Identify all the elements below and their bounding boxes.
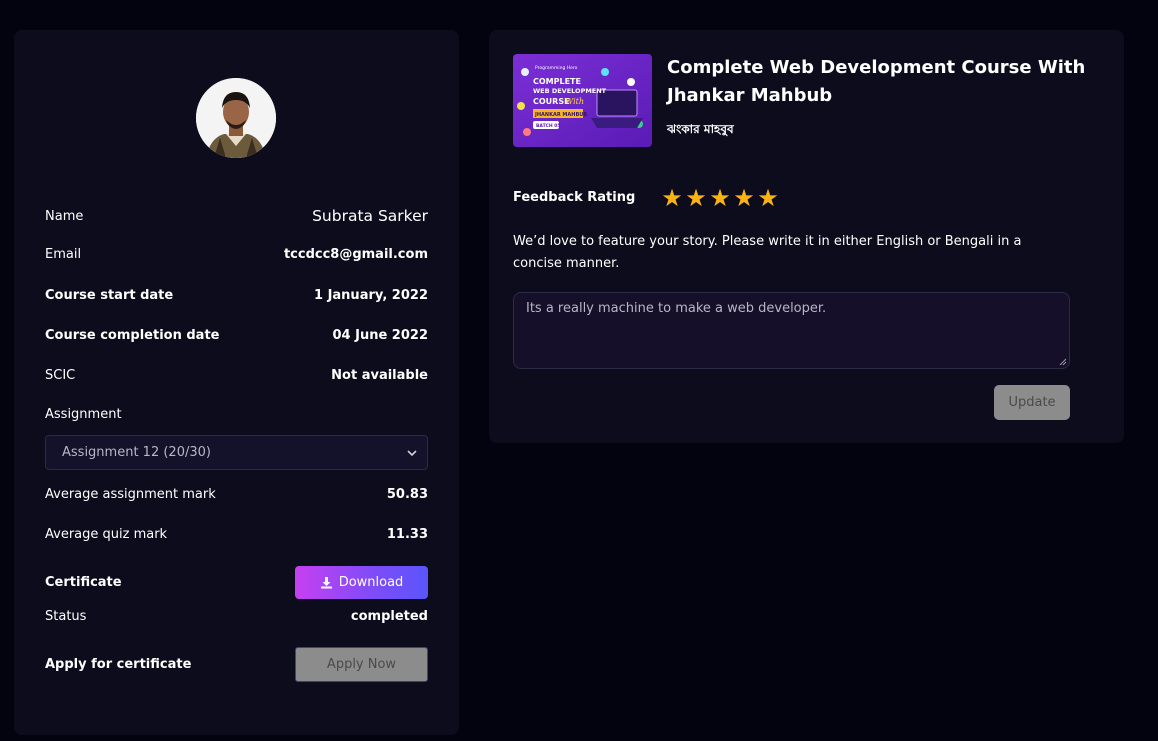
email-label: Email	[45, 247, 82, 262]
star-icon[interactable]: ★	[684, 185, 708, 211]
course-title: Complete Web Development Course With Jha…	[667, 57, 1086, 106]
star-rating[interactable]: ★ ★ ★ ★ ★	[660, 185, 780, 211]
story-prompt: We’d love to feature your story. Please …	[513, 234, 1022, 271]
thumb-with: With	[565, 97, 584, 106]
avg-quiz-row: Average quiz mark 11.33	[45, 527, 428, 542]
scic-label: SCIC	[45, 368, 76, 383]
avg-assignment-label: Average assignment mark	[45, 487, 216, 502]
avatar-photo	[196, 78, 276, 158]
status-row: Status completed	[45, 609, 428, 624]
thumb-brand: Programming Hero	[535, 65, 578, 71]
download-button[interactable]: Download	[295, 566, 428, 599]
start-date-value: 1 January, 2022	[314, 288, 428, 303]
name-row: Name Subrata Sarker	[45, 207, 428, 225]
avg-assignment-row: Average assignment mark 50.83	[45, 487, 428, 502]
scic-row: SCIC Not available	[45, 368, 428, 383]
assignment-select-value: Assignment 12 (20/30)	[62, 445, 211, 460]
star-icon[interactable]: ★	[732, 185, 756, 211]
download-label: Download	[338, 575, 404, 590]
certificate-label: Certificate	[45, 575, 122, 590]
completion-date-row: Course completion date 04 June 2022	[45, 328, 428, 343]
course-author: ঝংকার মাহবুব	[667, 122, 734, 136]
status-value: completed	[350, 609, 428, 624]
completion-date-value: 04 June 2022	[332, 328, 429, 343]
assignment-row: Assignment	[45, 407, 428, 422]
avg-quiz-label: Average quiz mark	[45, 527, 168, 542]
email-value: tccdcc8@gmail.com	[283, 247, 428, 262]
apply-row: Apply for certificate Apply Now	[45, 647, 428, 682]
thumb-instructor: JHANKAR MAHBUB	[534, 112, 587, 118]
course-banner: Programming Hero COMPLETE WEB DEVELOPMEN…	[513, 54, 652, 147]
feedback-rating-label: Feedback Rating	[513, 190, 636, 205]
name-value: Subrata Sarker	[312, 207, 428, 225]
scic-value: Not available	[331, 368, 428, 383]
update-button[interactable]: Update	[994, 385, 1070, 420]
star-icon[interactable]: ★	[756, 185, 780, 211]
course-feedback-card: Programming Hero COMPLETE WEB DEVELOPMEN…	[489, 30, 1124, 443]
story-text: Its a really machine to make a web devel…	[526, 301, 827, 316]
start-date-label: Course start date	[45, 288, 174, 303]
resize-handle-icon[interactable]	[1059, 358, 1067, 366]
story-textarea[interactable]: Its a really machine to make a web devel…	[513, 292, 1070, 369]
name-label: Name	[45, 208, 84, 224]
certificate-row: Certificate Download	[45, 566, 428, 599]
completion-date-label: Course completion date	[45, 328, 220, 343]
thumb-line1: COMPLETE	[533, 77, 581, 86]
apply-label: Apply for certificate	[45, 657, 192, 672]
status-label: Status	[45, 609, 87, 624]
star-icon[interactable]: ★	[708, 185, 732, 211]
start-date-row: Course start date 1 January, 2022	[45, 288, 428, 303]
assignment-label: Assignment	[45, 407, 122, 422]
avg-quiz-value: 11.33	[386, 527, 428, 542]
star-icon[interactable]: ★	[660, 185, 684, 211]
download-icon	[320, 577, 332, 589]
thumb-line2: WEB DEVELOPMENT	[533, 87, 607, 95]
avatar	[196, 78, 276, 158]
course-thumbnail: Programming Hero COMPLETE WEB DEVELOPMEN…	[513, 54, 652, 147]
avg-assignment-value: 50.83	[386, 487, 428, 502]
student-info-card: Name Subrata Sarker Email tccdcc8@gmail.…	[14, 30, 459, 735]
assignment-select[interactable]: Assignment 12 (20/30)	[45, 435, 428, 470]
email-row: Email tccdcc8@gmail.com	[45, 247, 428, 262]
thumb-batch: BATCH 05	[536, 123, 561, 129]
apply-now-button[interactable]: Apply Now	[295, 647, 428, 682]
chevron-down-icon	[407, 449, 417, 456]
